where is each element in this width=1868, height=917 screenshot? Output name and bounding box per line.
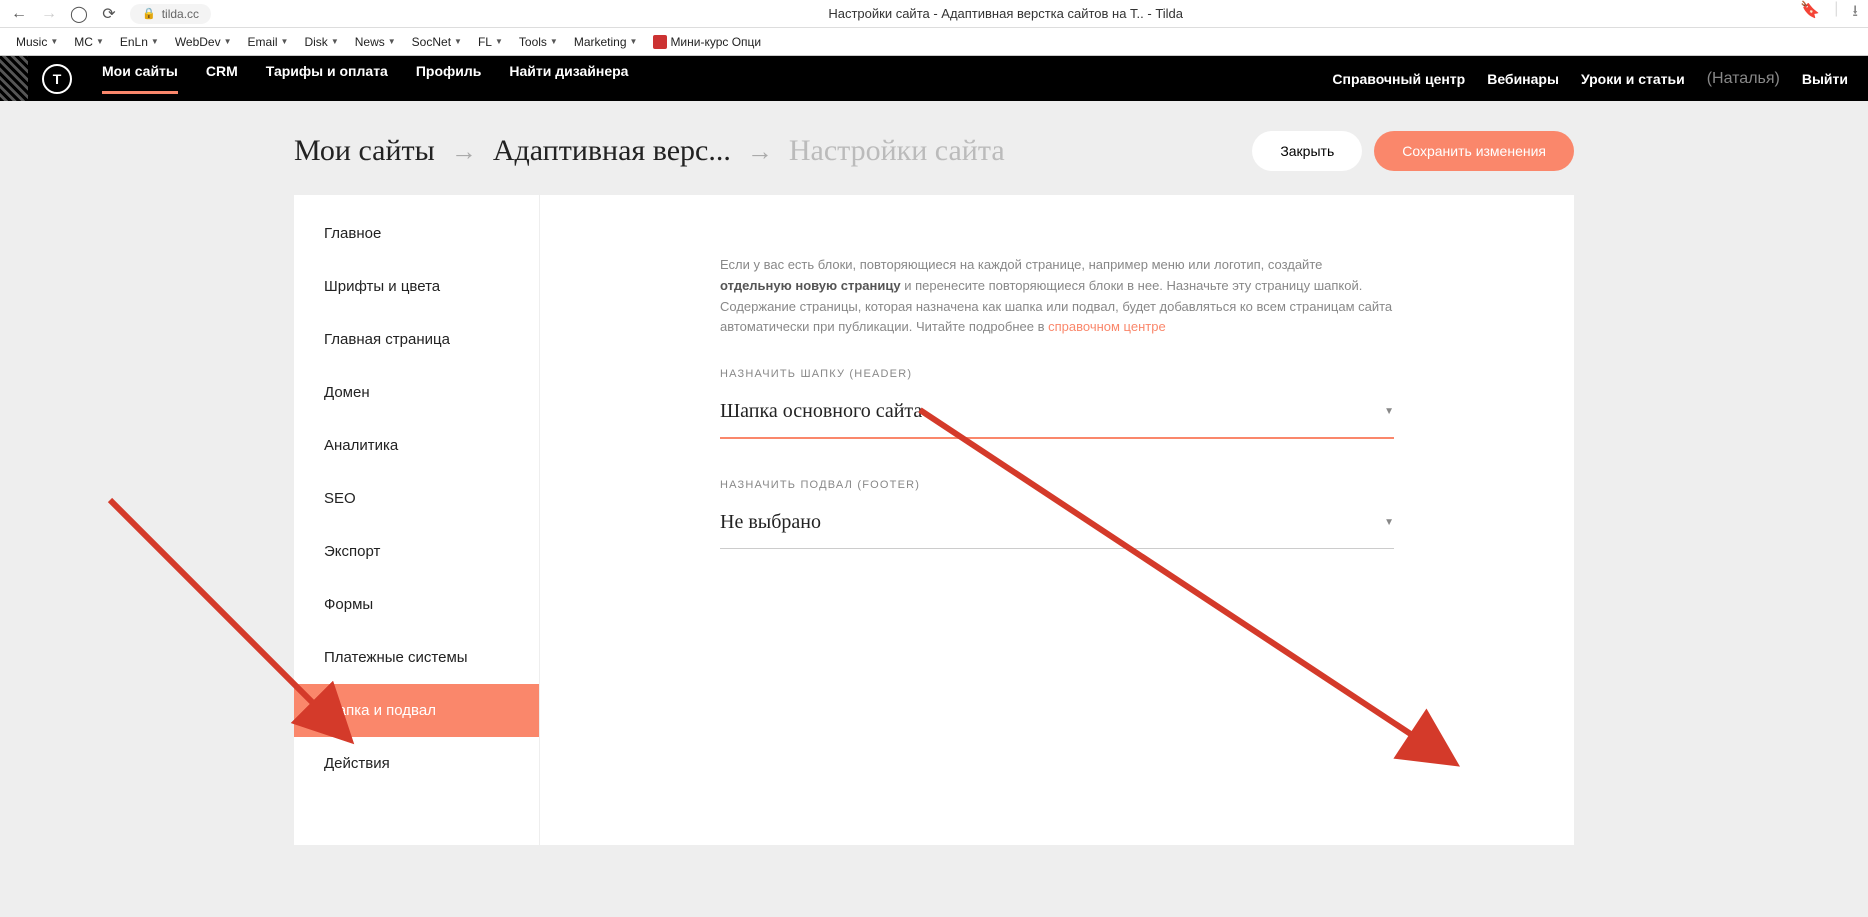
nav-profile[interactable]: Профиль — [416, 63, 482, 94]
url-text: tilda.cc — [162, 7, 199, 21]
user-name: (Наталья) — [1707, 70, 1780, 88]
chevron-right-icon: → — [451, 136, 477, 167]
forward-icon[interactable]: → — [40, 5, 58, 23]
url-box[interactable]: 🔒 tilda.cc — [130, 4, 211, 24]
lock-icon: 🔒 — [142, 7, 156, 20]
sidebar-item-seo[interactable]: SEO — [294, 472, 539, 525]
sidebar-item-homepage[interactable]: Главная страница — [294, 313, 539, 366]
tilda-logo[interactable]: T — [42, 64, 72, 94]
bookmark-item[interactable]: WebDev▼ — [169, 32, 238, 52]
sidebar-item-main[interactable]: Главное — [294, 207, 539, 260]
crumb-my-sites[interactable]: Мои сайты — [294, 134, 435, 168]
close-button[interactable]: Закрыть — [1252, 131, 1362, 171]
header-select[interactable]: Шапка основного сайта ▼ — [720, 392, 1394, 439]
bookmark-icon[interactable]: 🔖 — [1800, 0, 1820, 27]
nav-left: Мои сайты CRM Тарифы и оплата Профиль На… — [102, 63, 628, 94]
bookmark-item[interactable]: Мини-курс Опци — [647, 32, 767, 52]
page-tab-title: Настройки сайта - Адаптивная верстка сай… — [223, 6, 1788, 21]
settings-panel: Главное Шрифты и цвета Главная страница … — [294, 195, 1574, 845]
save-button[interactable]: Сохранить изменения — [1374, 131, 1574, 171]
reload-icon[interactable]: ⟳ — [100, 5, 118, 23]
nav-webinars[interactable]: Вебинары — [1487, 71, 1559, 87]
nav-right: Справочный центр Вебинары Уроки и статьи… — [1332, 70, 1848, 88]
sidebar-item-header-footer[interactable]: Шапка и подвал — [294, 684, 539, 737]
bookmark-item[interactable]: EnLn▼ — [114, 32, 165, 52]
nav-lessons[interactable]: Уроки и статьи — [1581, 71, 1685, 87]
zigzag-decor — [0, 56, 28, 101]
bookmark-item[interactable]: MC▼ — [68, 32, 110, 52]
sidebar-item-export[interactable]: Экспорт — [294, 525, 539, 578]
sidebar-item-actions[interactable]: Действия — [294, 737, 539, 790]
sidebar-item-analytics[interactable]: Аналитика — [294, 419, 539, 472]
crumb-current: Настройки сайта — [789, 134, 1005, 168]
header-select-value: Шапка основного сайта — [720, 400, 922, 423]
header-field-label: НАЗНАЧИТЬ ШАПКУ (HEADER) — [720, 368, 1394, 380]
bookmark-item[interactable]: Disk▼ — [298, 32, 344, 52]
chevron-down-icon: ▼ — [1384, 517, 1394, 528]
crumb-project[interactable]: Адаптивная верс... — [493, 134, 731, 168]
sidebar-item-payments[interactable]: Платежные системы — [294, 631, 539, 684]
download-icon[interactable]: ⭳ — [1852, 0, 1858, 27]
main-content: Если у вас есть блоки, повторяющиеся на … — [540, 195, 1574, 845]
sidebar-item-forms[interactable]: Формы — [294, 578, 539, 631]
back-icon[interactable]: ← — [10, 5, 28, 23]
sidebar-item-fonts[interactable]: Шрифты и цвета — [294, 260, 539, 313]
yandex-icon[interactable]: ◯ — [70, 5, 88, 23]
course-icon — [653, 35, 667, 49]
nav-my-sites[interactable]: Мои сайты — [102, 63, 178, 94]
site-header: T Мои сайты CRM Тарифы и оплата Профиль … — [0, 56, 1868, 101]
nav-tariffs[interactable]: Тарифы и оплата — [266, 63, 388, 94]
bookmark-item[interactable]: FL▼ — [472, 32, 509, 52]
bookmark-item[interactable]: News▼ — [349, 32, 402, 52]
footer-select[interactable]: Не выбрано ▼ — [720, 503, 1394, 549]
bookmark-item[interactable]: Music▼ — [10, 32, 64, 52]
bookmark-item[interactable]: Marketing▼ — [568, 32, 644, 52]
nav-crm[interactable]: CRM — [206, 63, 238, 94]
help-link[interactable]: справочном центре — [1048, 319, 1166, 334]
bookmark-item[interactable]: Email▼ — [242, 32, 295, 52]
bookmark-item[interactable]: SocNet▼ — [406, 32, 468, 52]
nav-find-designer[interactable]: Найти дизайнера — [509, 63, 628, 94]
footer-select-value: Не выбрано — [720, 511, 821, 534]
nav-logout[interactable]: Выйти — [1802, 71, 1848, 87]
help-text: Если у вас есть блоки, повторяющиеся на … — [720, 255, 1394, 338]
breadcrumbs: Мои сайты → Адаптивная верс... → Настрой… — [294, 131, 1574, 171]
bookmarks-bar: Music▼ MC▼ EnLn▼ WebDev▼ Email▼ Disk▼ Ne… — [0, 28, 1868, 56]
nav-help-center[interactable]: Справочный центр — [1332, 71, 1465, 87]
browser-toolbar: ← → ◯ ⟳ 🔒 tilda.cc Настройки сайта - Ада… — [0, 0, 1868, 28]
sidebar-item-domain[interactable]: Домен — [294, 366, 539, 419]
footer-field-label: НАЗНАЧИТЬ ПОДВАЛ (FOOTER) — [720, 479, 1394, 491]
chevron-right-icon: → — [747, 136, 773, 167]
chevron-down-icon: ▼ — [1384, 406, 1394, 417]
separator: | — [1834, 0, 1838, 27]
bookmark-item[interactable]: Tools▼ — [513, 32, 564, 52]
sidebar: Главное Шрифты и цвета Главная страница … — [294, 195, 540, 845]
